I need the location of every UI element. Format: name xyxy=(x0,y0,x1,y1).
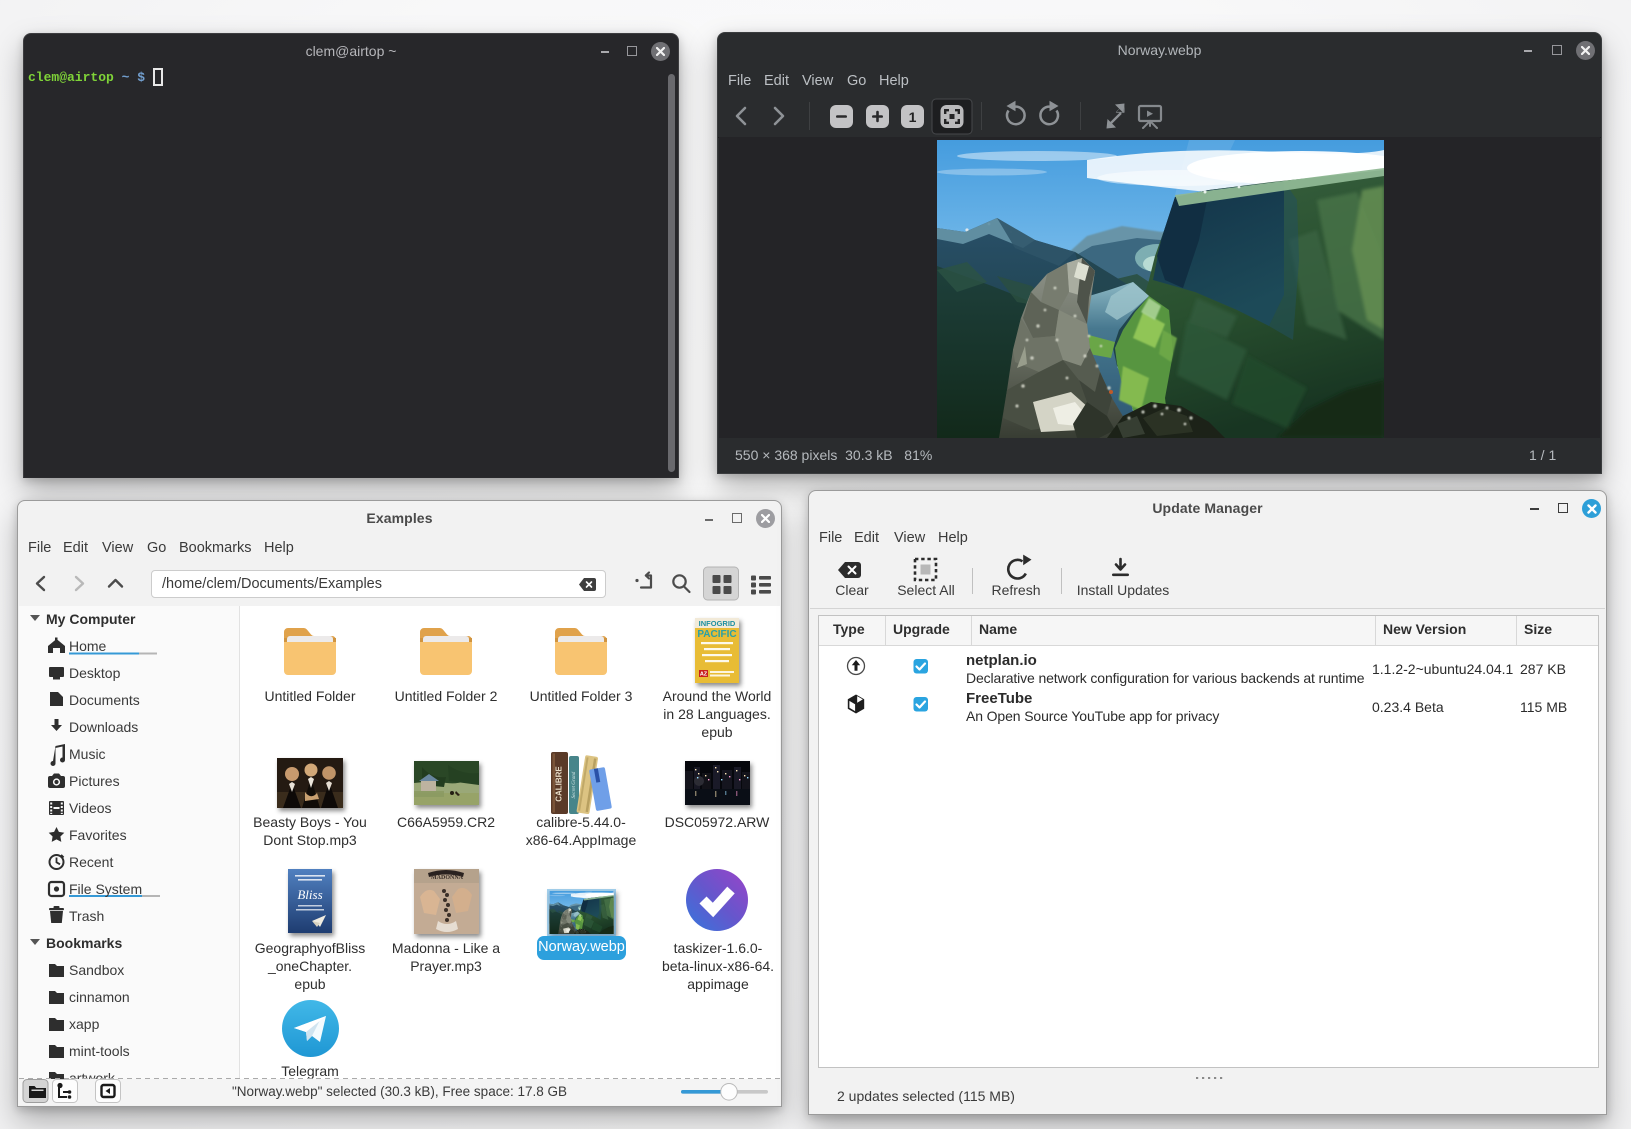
svg-text:INFOGRID: INFOGRID xyxy=(699,619,736,628)
svg-text:1: 1 xyxy=(909,109,917,125)
svg-text:CALIBRE: CALIBRE xyxy=(555,766,564,802)
svg-text:PACIFIC: PACIFIC xyxy=(697,629,736,640)
svg-text:AZ: AZ xyxy=(700,672,708,678)
svg-text:Bliss: Bliss xyxy=(297,887,322,902)
svg-text:Secret Grand: Secret Grand xyxy=(572,771,577,798)
svg-text:MADONNA: MADONNA xyxy=(431,875,464,881)
